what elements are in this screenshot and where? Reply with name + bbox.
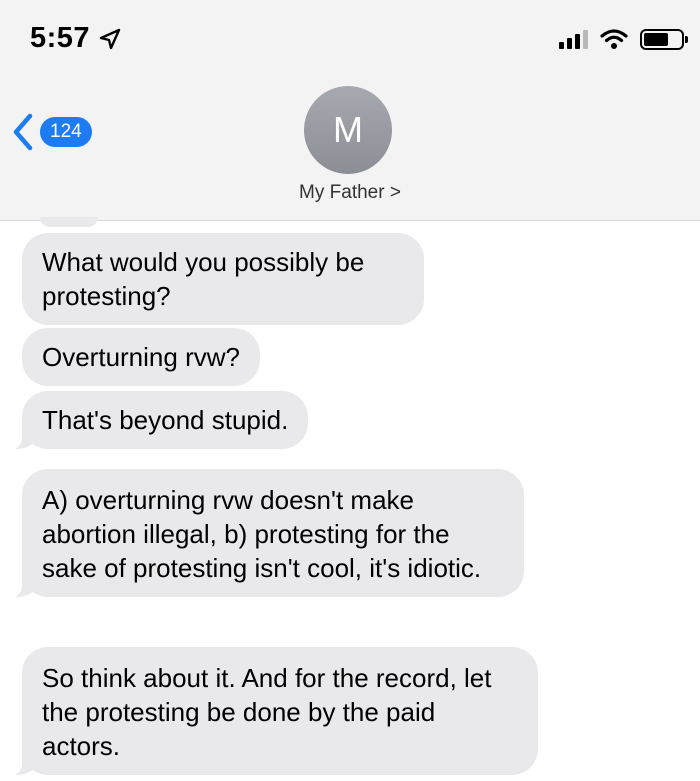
- message-text: That's beyond stupid.: [42, 405, 289, 435]
- chevron-left-icon: [13, 113, 33, 151]
- message-text: A) overturning rvw doesn't make abortion…: [42, 485, 482, 583]
- message-bubble[interactable]: So think about it. And for the record, l…: [8, 647, 538, 776]
- cellular-signal-icon: [559, 29, 588, 49]
- message-text: What would you possibly be protesting?: [42, 247, 365, 311]
- conversation-header: 5:57 124 M My Father >: [0, 0, 700, 221]
- status-bar-time: 5:57: [30, 22, 122, 55]
- location-arrow-icon: [99, 28, 121, 49]
- contact-name-link[interactable]: My Father >: [0, 182, 700, 204]
- message-bubble[interactable]: That's beyond stupid.: [7, 391, 309, 450]
- message-bubble[interactable]: A) overturning rvw doesn't make abortion…: [8, 469, 524, 598]
- status-icons: [559, 28, 688, 50]
- message-bubble[interactable]: What would you possibly be protesting?: [22, 233, 424, 325]
- message-bubble[interactable]: Overturning rvw?: [22, 328, 260, 386]
- previous-message-fragment: [40, 217, 98, 227]
- time-label: 5:57: [30, 22, 91, 54]
- back-button[interactable]: 124: [10, 112, 92, 152]
- unread-count-badge: 124: [40, 117, 92, 147]
- message-text: Overturning rvw?: [42, 342, 240, 372]
- message-thread: What would you possibly be protesting? O…: [0, 217, 700, 781]
- avatar-initial: M: [333, 109, 363, 150]
- battery-icon: [640, 28, 688, 50]
- contact-avatar[interactable]: M: [304, 86, 392, 174]
- wifi-icon: [600, 29, 628, 49]
- message-text: So think about it. And for the record, l…: [42, 663, 492, 761]
